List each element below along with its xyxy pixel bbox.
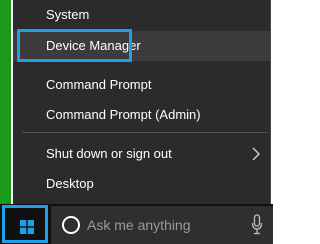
menu-item-command-prompt[interactable]: Command Prompt [13, 70, 270, 100]
windows-logo-icon [20, 220, 34, 234]
start-button[interactable] [2, 205, 48, 243]
screen: System Device Manager Command Prompt Com… [0, 0, 273, 244]
device-manager-highlight [17, 29, 132, 62]
menu-item-label: Command Prompt [46, 77, 152, 92]
chevron-right-icon [252, 147, 260, 161]
menu-item-desktop[interactable]: Desktop [13, 169, 270, 199]
menu-item-label: System [46, 7, 90, 22]
desktop-background-strip [0, 0, 11, 204]
menu-item-label: Desktop [46, 176, 94, 191]
menu-item-system[interactable]: System [13, 0, 270, 30]
menu-item-label: Command Prompt (Admin) [46, 107, 201, 122]
menu-divider [22, 132, 268, 133]
menu-item-command-prompt-admin[interactable]: Command Prompt (Admin) [13, 100, 270, 130]
cortana-icon [62, 216, 80, 234]
menu-item-label: Shut down or sign out [46, 146, 172, 161]
microphone-icon[interactable] [251, 214, 263, 236]
search-placeholder: Ask me anything [87, 217, 191, 233]
menu-item-shut-down[interactable]: Shut down or sign out [13, 139, 270, 169]
cortana-search-box[interactable]: Ask me anything [51, 206, 273, 244]
